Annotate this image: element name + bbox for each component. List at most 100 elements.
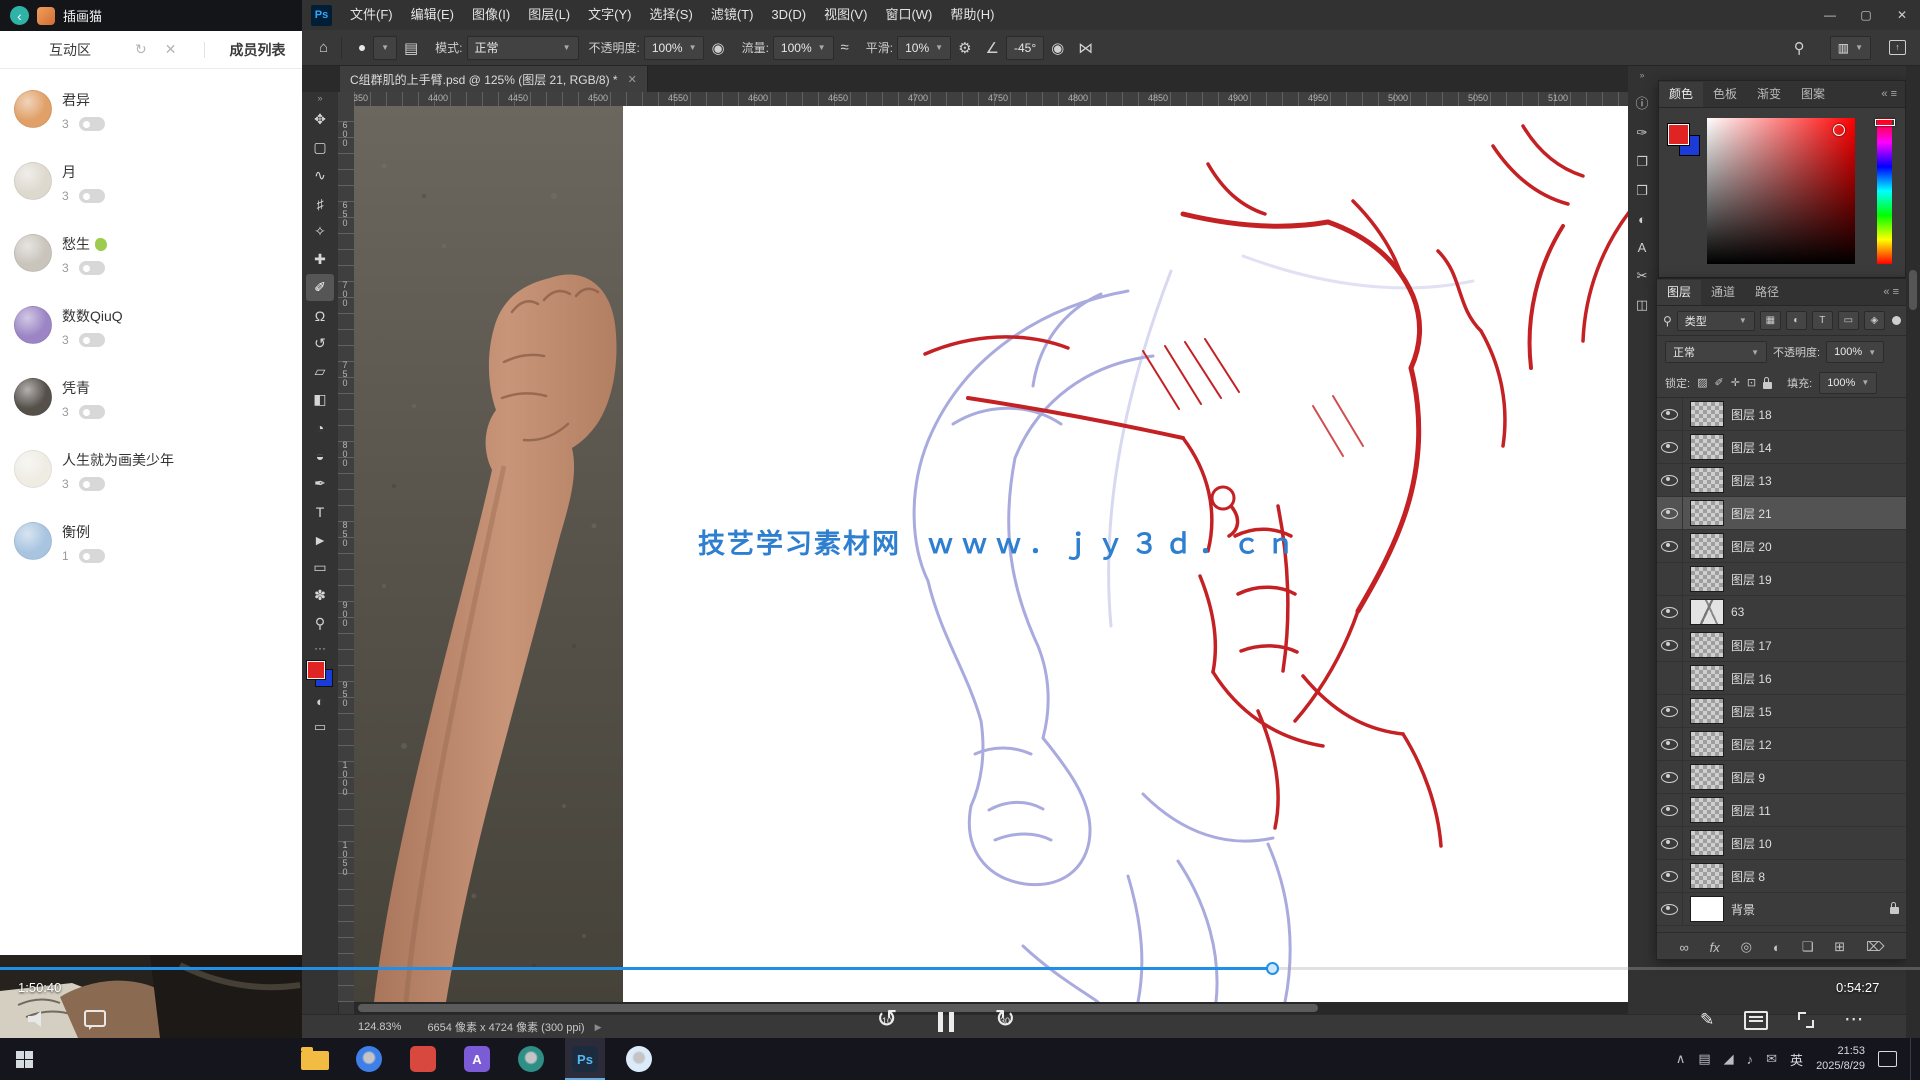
panel-menu-icon[interactable]: « ≡	[1881, 88, 1905, 100]
hand-tool-icon[interactable]: ✽	[306, 582, 334, 609]
quick-mask-icon[interactable]: ◐	[306, 689, 334, 713]
layer-row[interactable]: 图层 8	[1657, 860, 1907, 893]
pen-tool-icon[interactable]: ✒	[306, 470, 334, 497]
notes-icon[interactable]	[1744, 1011, 1768, 1030]
home-icon[interactable]: ⌂	[319, 39, 328, 56]
zoom-level[interactable]: 124.83%	[358, 1021, 401, 1033]
refresh-icon[interactable]: ↻	[135, 41, 147, 58]
blend-mode-select[interactable]: 正常▼	[467, 36, 579, 60]
visibility-toggle[interactable]	[1657, 497, 1683, 529]
adjustment-filter-icon[interactable]: ◐	[1786, 311, 1807, 330]
clone-source-panel-icon[interactable]: ❒	[1636, 183, 1648, 199]
zoom-tool-icon[interactable]: ⚲	[306, 610, 334, 637]
airbrush-icon[interactable]: ≈	[841, 39, 849, 56]
history-brush-tool-icon[interactable]: ↺	[306, 330, 334, 357]
folder-taskbar-icon[interactable]	[295, 1038, 335, 1080]
rewind-button[interactable]: ↺10	[872, 1004, 902, 1034]
color-tab-1[interactable]: 色板	[1703, 82, 1747, 107]
lasso-tool-icon[interactable]: ∿	[306, 162, 334, 189]
volume-icon[interactable]	[28, 1011, 48, 1027]
layer-row[interactable]: 图层 14	[1657, 431, 1907, 464]
brush-angle-input[interactable]: -45°	[1006, 36, 1044, 60]
properties-panel-icon[interactable]: ◫	[1636, 297, 1648, 313]
dodge-tool-icon[interactable]: ◒	[306, 442, 334, 469]
blur-tool-icon[interactable]: ◔	[306, 414, 334, 441]
layer-row[interactable]: 图层 13	[1657, 464, 1907, 497]
visibility-toggle[interactable]	[1657, 893, 1683, 925]
visibility-toggle[interactable]	[1657, 629, 1683, 661]
layer-mask-icon[interactable]: ◎	[1741, 939, 1752, 955]
lock-all-icon[interactable]	[1763, 382, 1772, 389]
layers-tab-0[interactable]: 图层	[1657, 280, 1701, 305]
lock-position-icon[interactable]: ✛	[1731, 376, 1740, 389]
lock-artboard-icon[interactable]: ⊡	[1747, 376, 1756, 389]
document-tab[interactable]: C组群肌的上手臂.psd @ 125% (图层 21, RGB/8) * ✕	[340, 66, 648, 92]
delete-layer-icon[interactable]: ⌦	[1866, 939, 1884, 955]
layer-row[interactable]: 图层 16	[1657, 662, 1907, 695]
visibility-toggle[interactable]	[1657, 860, 1683, 892]
pause-button[interactable]	[938, 1012, 954, 1032]
color-cursor-icon[interactable]	[1833, 124, 1845, 136]
menu-item-8[interactable]: 视图(V)	[815, 0, 876, 30]
adjustments-panel-icon[interactable]: ◐	[1638, 212, 1646, 227]
member-row[interactable]: 月3	[0, 152, 302, 224]
heal-tool-icon[interactable]: ✚	[306, 246, 334, 273]
layer-row[interactable]: 图层 21	[1657, 497, 1907, 530]
menu-item-10[interactable]: 帮助(H)	[941, 0, 1003, 30]
new-layer-icon[interactable]: ⊞	[1834, 939, 1845, 955]
brush-preview-icon[interactable]	[354, 40, 370, 56]
visibility-toggle[interactable]	[1657, 530, 1683, 562]
screen-mode-icon[interactable]: ▭	[306, 715, 334, 739]
snapshot-panel-icon[interactable]: ✂	[1637, 268, 1648, 284]
back-button[interactable]: ‹	[10, 6, 29, 25]
layers-tab-1[interactable]: 通道	[1701, 280, 1745, 305]
status-caret-icon[interactable]: ▶	[595, 1022, 602, 1033]
progress-handle[interactable]	[1266, 962, 1279, 975]
brush-panel-toggle-icon[interactable]: ▤	[404, 39, 418, 57]
menu-item-6[interactable]: 滤镜(T)	[702, 0, 763, 30]
layer-row[interactable]: 图层 11	[1657, 794, 1907, 827]
member-row[interactable]: 愁生3	[0, 224, 302, 296]
layer-row[interactable]: 图层 15	[1657, 695, 1907, 728]
symmetry-icon[interactable]: ⋈	[1078, 39, 1093, 57]
layer-row[interactable]: 图层 12	[1657, 728, 1907, 761]
eraser-tool-icon[interactable]: ▱	[306, 358, 334, 385]
toolbar-collapse-icon[interactable]: »	[302, 92, 338, 105]
libraries-panel-icon[interactable]: ❐	[1636, 154, 1648, 170]
pressure-size-icon[interactable]: ◉	[1051, 39, 1064, 57]
minimize-button[interactable]: —	[1812, 0, 1848, 30]
menu-item-0[interactable]: 文件(F)	[341, 0, 402, 30]
hue-slider-thumb[interactable]	[1875, 119, 1895, 126]
layer-blend-mode-select[interactable]: 正常▼	[1665, 341, 1767, 363]
visibility-toggle[interactable]	[1657, 827, 1683, 859]
tray-icon[interactable]: ▤	[1698, 1051, 1710, 1067]
tray-icon[interactable]: ✉	[1766, 1051, 1777, 1067]
filter-toggle-icon[interactable]	[1892, 316, 1901, 325]
notification-center-icon[interactable]	[1878, 1051, 1897, 1067]
panel-menu-icon[interactable]: « ≡	[1883, 286, 1907, 298]
app-teal-taskbar-icon[interactable]	[511, 1038, 551, 1080]
tab-close-icon[interactable]: ✕	[628, 73, 637, 86]
member-row[interactable]: 凭青3	[0, 368, 302, 440]
layer-row[interactable]: 背景	[1657, 893, 1907, 926]
move-tool-icon[interactable]: ✥	[306, 106, 334, 133]
color-tab-0[interactable]: 颜色	[1659, 82, 1703, 107]
member-row[interactable]: 君异3	[0, 80, 302, 152]
member-row[interactable]: 人生就为画美少年3	[0, 440, 302, 512]
tray-expand-icon[interactable]: ∧	[1676, 1051, 1686, 1067]
color-swatches[interactable]	[307, 661, 333, 687]
layer-row[interactable]: 图层 9	[1657, 761, 1907, 794]
panel-scrollbar-handle[interactable]	[1909, 270, 1917, 310]
edit-toolbar-icon[interactable]: ···	[302, 641, 338, 655]
dock-collapse-icon[interactable]: »	[1639, 70, 1644, 80]
visibility-toggle[interactable]	[1657, 761, 1683, 793]
type-filter-icon[interactable]: T	[1812, 311, 1833, 330]
comment-icon[interactable]	[84, 1010, 106, 1027]
adjustment-layer-icon[interactable]: ◐	[1773, 940, 1781, 955]
fullscreen-icon[interactable]	[1798, 1012, 1814, 1028]
brush-tool-icon[interactable]: ✐	[306, 274, 334, 301]
fill-select[interactable]: 100%▼	[1819, 372, 1877, 394]
gradient-tool-icon[interactable]: ◧	[306, 386, 334, 413]
browser-taskbar-icon[interactable]	[349, 1038, 389, 1080]
color-tab-3[interactable]: 图案	[1791, 82, 1835, 107]
